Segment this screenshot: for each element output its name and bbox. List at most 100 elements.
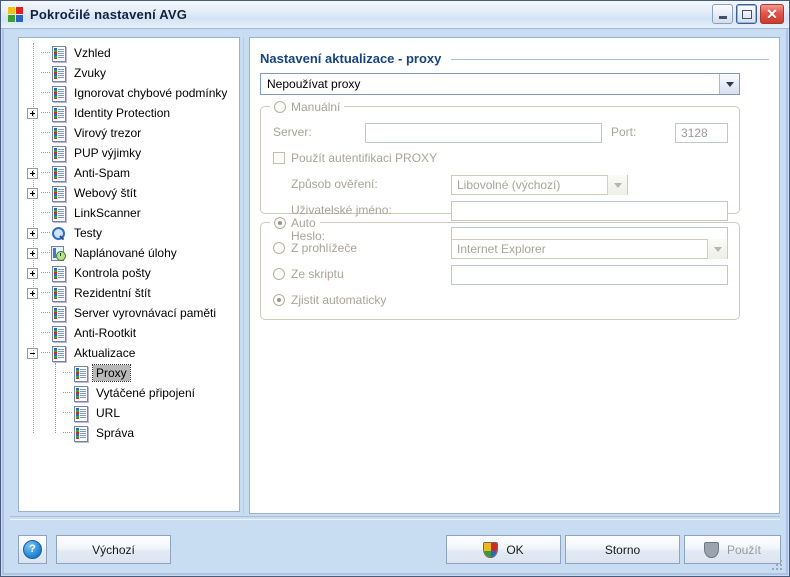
tree-connector bbox=[41, 172, 50, 174]
ok-button[interactable]: OK bbox=[446, 535, 561, 564]
document-icon bbox=[51, 145, 66, 162]
tree-item-vyt-en-p-ipojen[interactable]: Vytáčené připojení bbox=[19, 383, 239, 403]
from-browser-row[interactable]: Z prohlížeče bbox=[273, 241, 357, 255]
page-title: Nastavení aktualizace - proxy bbox=[260, 50, 442, 66]
auth-method-chevron-down-icon[interactable] bbox=[607, 175, 627, 195]
tree-item-url[interactable]: URL bbox=[19, 403, 239, 423]
port-input[interactable]: 3128 bbox=[675, 123, 728, 143]
tree-connector bbox=[41, 312, 50, 314]
tree-connector bbox=[63, 412, 72, 414]
tree-connector bbox=[41, 352, 50, 354]
browser-select[interactable]: Internet Explorer bbox=[451, 239, 728, 259]
cancel-button[interactable]: Storno bbox=[565, 535, 680, 564]
tree-item-webov-t-t[interactable]: Webový štít bbox=[19, 183, 239, 203]
tree-item-napl-novan-lohy[interactable]: Naplánované úlohy bbox=[19, 243, 239, 263]
tree-item-pup-v-jimky[interactable]: PUP výjimky bbox=[19, 143, 239, 163]
document-icon bbox=[73, 385, 88, 402]
chevron-down-icon[interactable] bbox=[719, 74, 739, 94]
restore-icon bbox=[741, 9, 752, 19]
from-script-row[interactable]: Ze skriptu bbox=[273, 267, 344, 281]
server-input[interactable] bbox=[365, 123, 602, 143]
close-icon: ✕ bbox=[766, 6, 778, 22]
tree-item-testy[interactable]: Testy bbox=[19, 223, 239, 243]
document-icon bbox=[73, 365, 88, 382]
restore-button[interactable] bbox=[736, 4, 757, 24]
footer-bar: ? Výchozí OK Storno Použít bbox=[1, 516, 789, 576]
advanced-settings-window: Pokročilé nastavení AVG ✕ Vzhled Zvuky Ign… bbox=[0, 0, 790, 577]
minimize-button[interactable] bbox=[712, 4, 733, 24]
tree-item-label: PUP výjimky bbox=[74, 146, 142, 160]
auto-radio[interactable] bbox=[274, 216, 286, 229]
close-button[interactable]: ✕ bbox=[760, 4, 784, 24]
auto-detect-radio[interactable] bbox=[273, 294, 285, 306]
tree-item-label: Identity Protection bbox=[74, 106, 171, 120]
resize-grip[interactable] bbox=[772, 560, 784, 572]
script-input[interactable] bbox=[451, 265, 728, 285]
document-icon bbox=[51, 205, 66, 222]
tree-item-identity-protection[interactable]: Identity Protection bbox=[19, 103, 239, 123]
avg-logo-icon bbox=[8, 6, 24, 23]
document-icon bbox=[51, 105, 66, 122]
tree-item-server-vyrovn-vac-pam-ti[interactable]: Server vyrovnávací paměti bbox=[19, 303, 239, 323]
tree-item-ignorovat-chybov-podm-nky[interactable]: Ignorovat chybové podmínky bbox=[19, 83, 239, 103]
panel-splitter[interactable] bbox=[242, 37, 247, 514]
tree-item-label: Naplánované úlohy bbox=[74, 246, 177, 260]
manual-proxy-group: Manuální Server: Port: 3128 Použít auten… bbox=[260, 99, 740, 247]
document-icon bbox=[51, 85, 66, 102]
tree-item-virov-trezor[interactable]: Virový trezor bbox=[19, 123, 239, 143]
browser-chevron-down-icon[interactable] bbox=[707, 239, 727, 259]
tree-connector bbox=[41, 72, 50, 74]
auto-detect-row[interactable]: Zjistit automaticky bbox=[273, 293, 386, 307]
tree-connector bbox=[41, 132, 50, 134]
document-icon bbox=[51, 285, 66, 302]
document-icon bbox=[51, 345, 66, 362]
proxy-mode-value: Nepoužívat proxy bbox=[267, 77, 361, 91]
tree-connector bbox=[41, 92, 50, 94]
tree-item-proxy[interactable]: Proxy bbox=[19, 363, 239, 383]
tree-item-label: Proxy bbox=[92, 364, 131, 382]
document-icon bbox=[73, 405, 88, 422]
document-icon bbox=[51, 165, 66, 182]
apply-label: Použít bbox=[726, 542, 762, 557]
auto-group-title[interactable]: Auto bbox=[270, 215, 320, 230]
from-browser-radio[interactable] bbox=[273, 242, 285, 254]
defaults-button[interactable]: Výchozí bbox=[56, 535, 171, 564]
proxy-auth-checkbox[interactable] bbox=[273, 152, 285, 164]
username-input[interactable] bbox=[451, 201, 728, 221]
auth-method-value: Libovolné (výchozí) bbox=[457, 178, 561, 192]
manual-radio[interactable] bbox=[274, 100, 286, 113]
tree-item-kontrola-po-ty[interactable]: Kontrola pošty bbox=[19, 263, 239, 283]
auto-detect-label: Zjistit automaticky bbox=[291, 293, 387, 307]
document-icon bbox=[51, 305, 66, 322]
tree-guide-line bbox=[55, 363, 56, 433]
manual-group-title[interactable]: Manuální bbox=[270, 99, 345, 114]
tree-connector bbox=[41, 52, 50, 54]
tree-item-spr-va[interactable]: Správa bbox=[19, 423, 239, 443]
tree-item-anti-rootkit[interactable]: Anti-Rootkit bbox=[19, 323, 239, 343]
proxy-mode-select[interactable]: Nepoužívat proxy bbox=[260, 73, 740, 95]
window-controls: ✕ bbox=[712, 4, 784, 24]
document-icon bbox=[51, 65, 66, 82]
tree-item-rezidentn-t-t[interactable]: Rezidentní štít bbox=[19, 283, 239, 303]
window-body: Vzhled Zvuky Ignorovat chybové podmínky Ide… bbox=[1, 29, 789, 576]
tree-item-label: Anti-Rootkit bbox=[74, 326, 137, 340]
tree-item-aktualizace[interactable]: Aktualizace bbox=[19, 343, 239, 363]
tree-item-zvuky[interactable]: Zvuky bbox=[19, 63, 239, 83]
tree-item-anti-spam[interactable]: Anti-Spam bbox=[19, 163, 239, 183]
apply-button[interactable]: Použít bbox=[684, 535, 781, 564]
help-button[interactable]: ? bbox=[18, 535, 47, 564]
settings-tree-panel[interactable]: Vzhled Zvuky Ignorovat chybové podmínky Ide… bbox=[18, 37, 240, 512]
tree-item-linkscanner[interactable]: LinkScanner bbox=[19, 203, 239, 223]
tree-item-label: Webový štít bbox=[74, 186, 137, 200]
browser-value: Internet Explorer bbox=[457, 242, 546, 256]
document-icon bbox=[73, 425, 88, 442]
tree-item-label: Ignorovat chybové podmínky bbox=[74, 86, 228, 100]
ok-label: OK bbox=[506, 542, 524, 557]
auth-method-select[interactable]: Libovolné (výchozí) bbox=[451, 175, 628, 195]
auto-group-label: Auto bbox=[291, 215, 316, 230]
header-rule bbox=[451, 58, 769, 60]
tree-connector bbox=[41, 252, 50, 254]
from-script-radio[interactable] bbox=[273, 268, 285, 280]
proxy-auth-checkbox-row[interactable]: Použít autentifikaci PROXY bbox=[273, 151, 437, 165]
tree-item-vzhled[interactable]: Vzhled bbox=[19, 43, 239, 63]
